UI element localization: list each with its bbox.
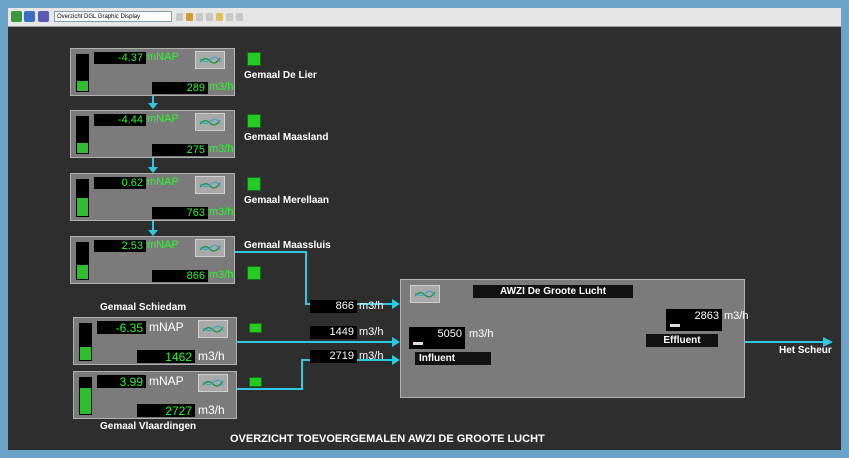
level-unit: mNAP <box>147 239 179 251</box>
station-name: Gemaal Vlaardingen <box>100 421 197 432</box>
status-indicator <box>247 177 261 191</box>
flow-unit: m3/h <box>209 269 234 281</box>
level-value: -6.35 <box>97 321 146 335</box>
status-indicator <box>249 377 262 387</box>
flow-value: 763 <box>152 207 208 219</box>
level-unit: mNAP <box>147 113 179 125</box>
folder-icon[interactable] <box>216 13 223 21</box>
level-unit: mNAP <box>147 51 179 63</box>
level-value: 3.99 <box>97 375 146 389</box>
zoom-icon[interactable] <box>206 13 213 21</box>
dropdown-arrow-icon[interactable] <box>176 13 183 21</box>
flow-unit: m3/h <box>198 349 225 363</box>
flow-value: 289 <box>152 82 208 94</box>
station-panel-schiedam[interactable]: -6.35 mNAP 1462 m3/h <box>73 317 237 365</box>
save-icon[interactable] <box>186 13 193 21</box>
plant-title: AWZI De Groote Lucht <box>473 285 633 298</box>
level-value: 0.62 <box>94 177 146 189</box>
station-name: Gemaal Maasland <box>244 132 329 143</box>
flow-value: 1462 <box>137 350 195 364</box>
station-name: Gemaal Schiedam <box>100 302 187 313</box>
arrow-right-icon <box>392 299 400 309</box>
station-panel-maassluis[interactable]: 2.53 mNAP 866 m3/h <box>70 236 235 284</box>
level-gauge <box>76 179 89 217</box>
inflow-unit: m3/h <box>359 350 384 362</box>
inflow-value: 2719 <box>310 350 357 363</box>
station-name: Gemaal Maassluis <box>244 240 331 251</box>
run-icon[interactable] <box>11 11 22 22</box>
trend-chart-icon[interactable] <box>410 285 440 303</box>
info-icon[interactable] <box>24 11 35 22</box>
level-unit: mNAP <box>149 374 184 388</box>
trend-chart-icon[interactable] <box>198 320 228 338</box>
trend-chart-icon[interactable] <box>195 51 225 69</box>
effluent-value: 2863 <box>666 309 722 331</box>
level-value: 2.53 <box>94 240 146 252</box>
effluent-label: Effluent <box>646 334 718 347</box>
inflow-unit: m3/h <box>359 326 384 338</box>
station-panel-merellaan[interactable]: 0.62 mNAP 763 m3/h <box>70 173 235 221</box>
level-gauge <box>79 323 92 361</box>
display-select[interactable]: Overzicht DGL Graphic Display <box>54 11 172 22</box>
station-panel-de-lier[interactable]: -4.37 mNAP 289 m3/h <box>70 48 235 96</box>
flow-unit: m3/h <box>209 81 234 93</box>
influent-label: Influent <box>415 352 491 365</box>
station-name: Gemaal Merellaan <box>244 195 330 206</box>
print-icon[interactable] <box>196 13 203 21</box>
arrow-right-icon <box>392 355 400 365</box>
arrow-right-icon <box>392 337 400 347</box>
page-title: OVERZICHT TOEVOERGEMALEN AWZI DE GROOTE … <box>230 433 545 445</box>
level-unit: mNAP <box>147 176 179 188</box>
station-panel-maasland[interactable]: -4.44 mNAP 275 m3/h <box>70 110 235 158</box>
station-name: Gemaal De Lier <box>244 70 317 81</box>
trend-chart-icon[interactable] <box>195 113 225 131</box>
flow-value: 275 <box>152 144 208 156</box>
level-value: -4.37 <box>94 52 146 64</box>
arrow-down-icon <box>148 103 158 109</box>
toolbar: Overzicht DGL Graphic Display <box>8 8 841 27</box>
flow-unit: m3/h <box>198 403 225 417</box>
inflow-unit: m3/h <box>359 300 384 312</box>
forward-icon[interactable] <box>236 13 243 21</box>
flow-value: 2727 <box>137 404 195 418</box>
inflow-value: 866 <box>310 300 357 313</box>
application-window: Overzicht DGL Graphic Display -4.37 mNAP… <box>8 8 841 450</box>
back-icon[interactable] <box>226 13 233 21</box>
flow-unit: m3/h <box>209 206 234 218</box>
level-gauge <box>76 242 89 280</box>
influent-value: 5050 <box>409 327 465 349</box>
trend-chart-icon[interactable] <box>195 239 225 257</box>
flow-unit: m3/h <box>209 143 234 155</box>
inflow-value: 1449 <box>310 326 357 339</box>
station-panel-vlaardingen[interactable]: 3.99 mNAP 2727 m3/h <box>73 371 237 419</box>
flow-value: 866 <box>152 270 208 282</box>
trend-chart-icon[interactable] <box>198 374 228 392</box>
level-gauge <box>79 377 92 415</box>
plant-panel[interactable]: AWZI De Groote Lucht 5050 m3/h Influent … <box>400 279 749 398</box>
effluent-mini-bar <box>670 324 680 327</box>
effluent-unit: m3/h <box>724 310 749 322</box>
status-indicator <box>247 266 261 280</box>
process-canvas: -4.37 mNAP 289 m3/h Gemaal De Lier -4.44… <box>8 27 841 450</box>
status-indicator <box>249 323 262 333</box>
level-unit: mNAP <box>149 320 184 334</box>
status-indicator <box>247 114 261 128</box>
destination-label: Het Scheur <box>779 345 832 356</box>
display-icon[interactable] <box>38 11 49 22</box>
level-gauge <box>76 54 89 92</box>
status-indicator <box>247 52 261 66</box>
level-gauge <box>76 116 89 154</box>
level-value: -4.44 <box>94 114 146 126</box>
trend-chart-icon[interactable] <box>195 176 225 194</box>
influent-mini-bar <box>413 342 423 345</box>
influent-unit: m3/h <box>469 328 494 340</box>
